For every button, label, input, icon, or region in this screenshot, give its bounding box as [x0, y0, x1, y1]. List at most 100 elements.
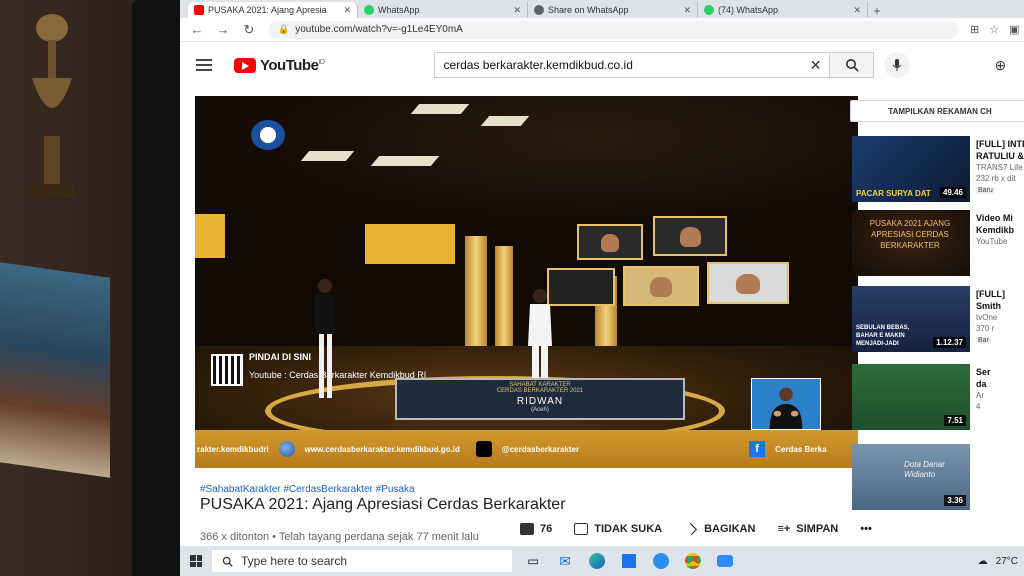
video-call-tile: [577, 224, 643, 260]
thumbnail-text: PACAR SURYA DAT: [856, 189, 931, 198]
chrome-icon[interactable]: [682, 551, 704, 571]
close-icon[interactable]: ✕: [343, 5, 351, 16]
star-icon[interactable]: ☆: [989, 23, 999, 36]
youtube-logo[interactable]: YouTubeID: [234, 57, 325, 74]
rec-title-line2: da: [976, 379, 987, 389]
trophy-photo: [30, 14, 74, 198]
rec-stats: 232 rb x dit: [976, 174, 1016, 183]
profile-icon[interactable]: ▣: [1009, 23, 1019, 36]
tab-label: WhatsApp: [378, 5, 420, 15]
qr-code: [211, 354, 243, 386]
lower-third-event: CERDAS BERKARAKTER 2021: [496, 388, 584, 394]
share-button[interactable]: BAGIKAN: [684, 522, 756, 536]
new-badge: Bar: [976, 337, 991, 344]
tab-label: (74) WhatsApp: [718, 5, 779, 15]
menu-icon[interactable]: [196, 59, 212, 71]
new-badge: Baru: [976, 187, 995, 194]
close-icon[interactable]: ✕: [513, 5, 521, 16]
clear-icon[interactable]: ✕: [810, 57, 822, 74]
youtube-icon: [194, 5, 204, 15]
edge-icon[interactable]: [586, 551, 608, 571]
ceiling-light: [410, 104, 470, 114]
video-call-tile: [547, 268, 615, 306]
more-actions-button[interactable]: •••: [860, 523, 872, 535]
tab-strip: PUSAKA 2021: Ajang Apresia ✕ WhatsApp ✕ …: [180, 0, 1024, 18]
video-thumbnail: SEBULAN BEBAS, BAHAR E MAKIN MENJADI-JAD…: [852, 286, 970, 352]
video-thumbnail: Dota Danar Widianto 3.36: [852, 444, 970, 510]
like-count: 76: [540, 523, 553, 535]
url-input[interactable]: 🔒 youtube.com/watch?v=-g1Le4EY0mA: [268, 20, 958, 39]
voice-search-button[interactable]: [884, 52, 911, 78]
recommendation-item[interactable]: SEBULAN BEBAS, BAHAR E MAKIN MENJADI-JAD…: [852, 286, 1024, 356]
thumbs-up-icon: [520, 523, 534, 535]
video-thumbnail: PACAR SURYA DAT 49.46: [852, 136, 970, 202]
globe-icon: [278, 441, 295, 457]
tab-share-whatsapp[interactable]: Share on WhatsApp ✕: [528, 2, 698, 18]
video-hashtags[interactable]: #SahabatKarakter #CerdasBerkarakter #Pus…: [200, 484, 415, 495]
close-icon[interactable]: ✕: [683, 5, 691, 16]
search-value: cerdas berkarakter.kemdikbud.co.id: [443, 58, 633, 72]
mail-icon[interactable]: ✉: [554, 551, 576, 571]
new-tab-icon[interactable]: +: [868, 4, 886, 18]
create-video-icon[interactable]: ⊕: [994, 57, 1006, 74]
more-icon: •••: [860, 523, 872, 535]
tab-whatsapp-74[interactable]: (74) WhatsApp ✕: [698, 2, 868, 18]
tab-label: PUSAKA 2021: Ajang Apresia: [208, 5, 327, 15]
share-icon: [684, 522, 698, 536]
like-button[interactable]: 76: [520, 523, 552, 535]
host-male: [315, 279, 335, 398]
studio-pillar: [465, 236, 487, 346]
back-icon[interactable]: ←: [190, 22, 204, 37]
zoom-icon[interactable]: [714, 551, 736, 571]
tiktok-icon: [475, 441, 492, 457]
forward-icon[interactable]: →: [216, 22, 230, 37]
recommendation-item[interactable]: PACAR SURYA DAT 49.46 [FULL] INTE RATULI…: [852, 136, 1024, 206]
rec-title: [FULL] INTE: [976, 139, 1024, 149]
rec-channel: tvOne: [976, 313, 998, 322]
system-tray: ☁ 27°C: [978, 556, 1024, 567]
facebook-icon: f: [749, 441, 766, 457]
install-icon[interactable]: ⊞: [970, 23, 979, 36]
search-button[interactable]: [830, 52, 875, 78]
video-thumbnail: 7.51: [852, 364, 970, 430]
dislike-button[interactable]: TIDAK SUKA: [574, 523, 662, 535]
store-icon[interactable]: [618, 551, 640, 571]
recommendation-item[interactable]: Dota Danar Widianto 3.36: [852, 444, 1024, 514]
windows-start-icon[interactable]: [190, 555, 202, 567]
show-chat-replay-button[interactable]: TAMPILKAN REKAMAN CH: [850, 100, 1024, 122]
tab-whatsapp[interactable]: WhatsApp ✕: [358, 2, 528, 18]
youtube-play-icon: [234, 57, 256, 73]
weather-icon: ☁: [977, 555, 988, 567]
recommendation-item[interactable]: 7.51 Ser da Ar 4: [852, 364, 1024, 434]
taskbar-search-placeholder: Type here to search: [241, 554, 348, 568]
thumbnail-text: SEBULAN BEBAS, BAHAR E MAKIN MENJADI-JAD…: [856, 325, 910, 347]
rec-channel: Ar: [976, 391, 984, 400]
tab-youtube[interactable]: PUSAKA 2021: Ajang Apresia ✕: [188, 2, 358, 18]
video-call-tile: [623, 266, 699, 306]
task-view-icon[interactable]: ▭: [522, 551, 544, 571]
video-meta: 366 x ditonton • Telah tayang perdana se…: [200, 531, 479, 543]
app-icon[interactable]: [650, 551, 672, 571]
search-input[interactable]: cerdas berkarakter.kemdikbud.co.id ✕: [434, 52, 831, 78]
video-player[interactable]: PINDAI DI SINI Youtube : Cerdas Berkarak…: [195, 96, 858, 468]
whatsapp-icon: [364, 5, 374, 15]
save-label: SIMPAN: [796, 523, 839, 535]
taskbar-search-input[interactable]: Type here to search: [212, 550, 512, 572]
url-text: youtube.com/watch?v=-g1Le4EY0mA: [295, 24, 463, 35]
ceiling-light: [300, 151, 355, 161]
scan-here-label: PINDAI DI SINI: [249, 352, 312, 362]
close-icon[interactable]: ✕: [853, 5, 861, 16]
studio-panel: [365, 224, 455, 264]
kemdikbud-logo: [251, 120, 285, 150]
sign-language-interpreter: [751, 378, 821, 430]
save-button[interactable]: ≡+ SIMPAN: [777, 523, 838, 535]
rec-title-line2: Kemdikb: [976, 225, 1015, 235]
rec-title: [FULL]: [976, 289, 1005, 299]
recommendation-item[interactable]: PUSAKA 2021 AJANG APRESIASI CERDAS BERKA…: [852, 210, 1024, 280]
globe-icon: [534, 5, 544, 15]
reload-icon[interactable]: ↻: [242, 22, 256, 38]
search-icon: [222, 556, 233, 567]
share-label: BAGIKAN: [704, 523, 756, 535]
tab-label: Share on WhatsApp: [548, 5, 629, 15]
ceiling-light: [480, 116, 530, 126]
